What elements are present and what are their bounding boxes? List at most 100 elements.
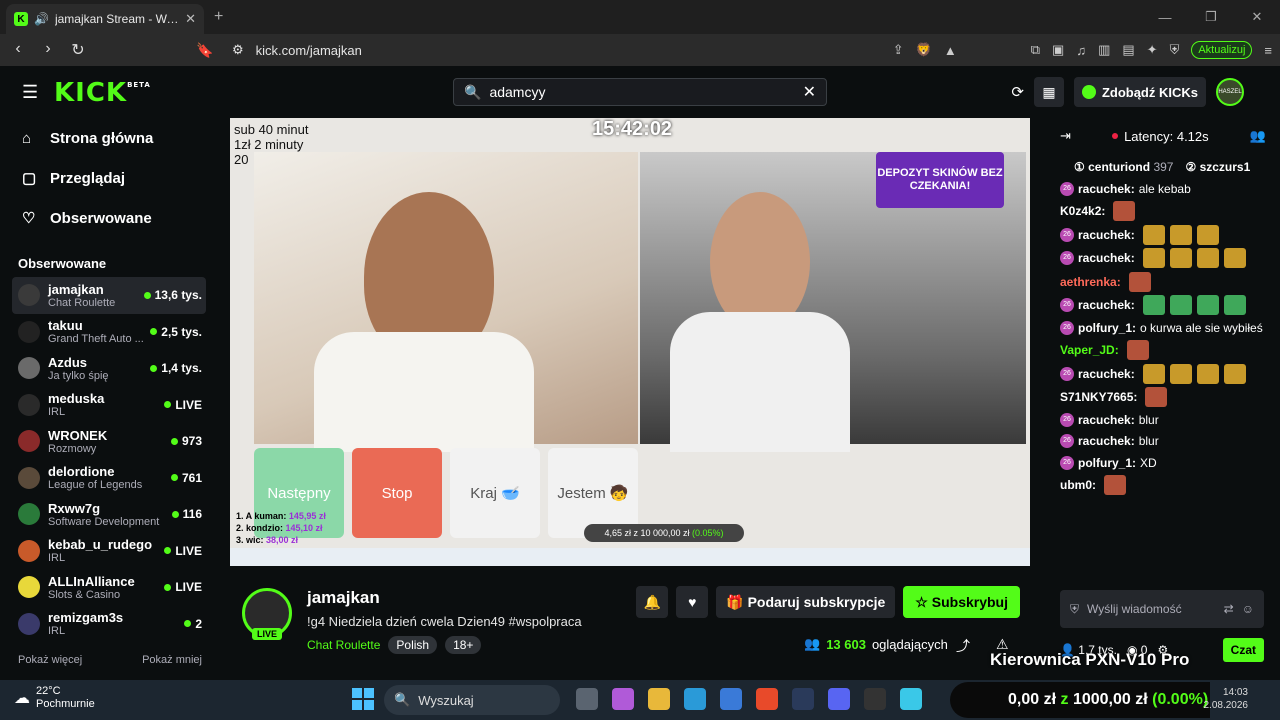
taskbar-search[interactable]: 🔍 Wyszukaj (384, 685, 560, 715)
back-icon[interactable]: ‹ (10, 40, 26, 60)
gift-sub-button[interactable]: 🎁 Podaruj subskrypcje (716, 586, 896, 618)
sidebar-nav-2[interactable]: ♡ Obserwowane (22, 198, 196, 238)
emote-icon[interactable] (1196, 248, 1219, 268)
emoji-icon[interactable]: ☺ (1242, 602, 1254, 616)
emote-icon[interactable] (1196, 224, 1219, 245)
sidebar-nav-0[interactable]: ⌂ Strona główna (22, 118, 196, 158)
music-icon[interactable]: ♫ (1076, 43, 1086, 58)
sidebar-toggle-icon[interactable]: ▥ (1098, 42, 1110, 58)
translate-icon[interactable]: ⇄ (1224, 602, 1234, 616)
chat-username[interactable]: polfury_1: (1078, 319, 1136, 337)
brave-icon[interactable] (756, 688, 778, 710)
emote-icon[interactable] (1142, 363, 1165, 384)
chat-username[interactable]: racuchek: (1078, 180, 1135, 198)
chat-username[interactable]: Vaper_JD: (1060, 341, 1119, 359)
site-info-icon[interactable]: ⚙ (232, 42, 244, 58)
emote-icon[interactable] (1169, 224, 1192, 245)
chat-username[interactable]: racuchek: (1078, 411, 1135, 429)
followed-channel[interactable]: meduska IRL LIVE (0, 387, 206, 424)
search-input[interactable]: 🔍 adamcyy ✕ (453, 78, 827, 106)
tag-age[interactable]: 18+ (445, 636, 482, 654)
followed-channel[interactable]: WRONEK Rozmowy 973 (0, 423, 206, 460)
discord-icon[interactable] (828, 688, 850, 710)
emote-icon[interactable] (1169, 295, 1192, 315)
chat-username[interactable]: ubm0: (1060, 476, 1096, 494)
leo-icon[interactable]: ✦ (1147, 42, 1158, 58)
followed-channel[interactable]: remizgam3s IRL 2 (0, 606, 206, 643)
emote-icon[interactable] (1196, 295, 1219, 315)
emote-icon[interactable] (1223, 295, 1246, 315)
obs-icon[interactable] (864, 688, 886, 710)
chat-username[interactable]: polfury_1: (1078, 454, 1136, 472)
emote-icon[interactable] (1128, 271, 1151, 292)
notifications-icon[interactable]: ⟳ (1011, 83, 1024, 101)
browser-tab[interactable]: K 🔊 jamajkan Stream - Watch Live ✕ (6, 4, 204, 34)
emote-icon[interactable] (1142, 224, 1165, 245)
emote-icon[interactable] (1126, 340, 1149, 360)
share-icon[interactable]: ⇪ (893, 42, 904, 58)
leader-1[interactable]: ① centuriond 397 (1074, 160, 1173, 174)
hamburger-menu-icon[interactable]: ☰ (22, 82, 38, 103)
emote-icon[interactable] (1142, 295, 1165, 315)
show-less-link[interactable]: Pokaż mniej (142, 654, 202, 666)
menu-icon[interactable]: ≡ (1264, 43, 1272, 58)
chat-username[interactable]: racuchek: (1078, 226, 1135, 244)
weather-widget[interactable]: ☁ 22°C Pochmurnie (14, 685, 95, 711)
notepad-icon[interactable] (900, 688, 922, 710)
emote-icon[interactable] (1169, 363, 1192, 384)
emote-icon[interactable] (1145, 387, 1168, 407)
followed-channel[interactable]: Azdus Ja tylko śpię 1,4 tys. (0, 350, 206, 387)
forward-icon[interactable]: › (40, 40, 56, 60)
sidebar-nav-1[interactable]: ▢ Przeglądaj (22, 158, 196, 198)
followed-channel[interactable]: jamajkan Chat Roulette 13,6 tys. (12, 277, 206, 314)
steam-icon[interactable] (792, 688, 814, 710)
emote-icon[interactable] (1223, 363, 1246, 384)
followed-channel[interactable]: kebab_u_rudego IRL LIVE (0, 533, 206, 570)
tag-language[interactable]: Polish (388, 636, 438, 654)
notify-bell-button[interactable]: 🔔 (636, 586, 669, 618)
emote-icon[interactable] (1113, 201, 1136, 221)
minimize-icon[interactable]: — (1142, 0, 1188, 34)
dashboard-icon[interactable]: ▦ (1033, 77, 1064, 107)
system-clock[interactable]: 14:03 2.08.2026 (1204, 686, 1249, 712)
address-bar[interactable]: ⚙ kick.com/jamajkan (222, 38, 902, 62)
followed-channel[interactable]: ALLInAlliance Slots & Casino LIVE (0, 569, 206, 606)
update-button[interactable]: Aktualizuj (1191, 41, 1253, 59)
start-button[interactable] (352, 688, 374, 710)
emote-icon[interactable] (1169, 248, 1192, 268)
close-tab-icon[interactable]: ✕ (185, 11, 196, 27)
video-player[interactable]: DEPOZYT SKINÓW BEZ CZEKANIA! Następny Sto… (230, 118, 1030, 566)
chat-users-icon[interactable]: 👥 (1250, 128, 1266, 144)
maximize-icon[interactable]: ❐ (1188, 0, 1234, 34)
share-icon[interactable]: ⤴ (956, 636, 970, 656)
emote-icon[interactable] (1196, 363, 1219, 384)
screenshot-icon[interactable]: ▣ (1052, 42, 1064, 58)
search-value[interactable]: adamcyy (489, 84, 545, 100)
store-icon[interactable] (720, 688, 742, 710)
wallet-icon[interactable]: ▤ (1122, 42, 1134, 58)
subscribe-button[interactable]: ☆ Subskrybuj (903, 586, 1020, 618)
edge-icon[interactable] (684, 688, 706, 710)
rewards-icon[interactable]: ▲ (944, 43, 957, 58)
kick-logo[interactable]: KICKBETA (54, 78, 151, 108)
copilot-icon[interactable] (612, 688, 634, 710)
follow-button[interactable]: ♥ (676, 586, 709, 618)
send-chat-button[interactable]: Czat (1222, 638, 1264, 662)
bookmark-icon[interactable]: 🔖 (196, 42, 213, 59)
emote-icon[interactable] (1142, 248, 1165, 268)
get-kicks-button[interactable]: Zdobądź KICKs (1073, 77, 1206, 107)
file-explorer-icon[interactable] (648, 688, 670, 710)
reload-icon[interactable]: ↻ (70, 40, 86, 60)
speaker-icon[interactable]: 🔊 (34, 12, 49, 26)
followed-channel[interactable]: delordione League of Legends 761 (0, 460, 206, 497)
url-text[interactable]: kick.com/jamajkan (256, 43, 362, 58)
leader-2[interactable]: ② szczurs1 (1185, 160, 1250, 174)
category-link[interactable]: Chat Roulette (307, 638, 380, 652)
chat-username[interactable]: racuchek: (1078, 296, 1135, 314)
task-view-icon[interactable] (576, 688, 598, 710)
chat-username[interactable]: aethrenka: (1060, 273, 1121, 291)
new-tab-icon[interactable]: + (214, 8, 223, 26)
brave-shield-icon[interactable]: 🦁 (916, 42, 932, 58)
emote-icon[interactable] (1223, 248, 1246, 268)
close-window-icon[interactable]: ✕ (1234, 0, 1280, 34)
